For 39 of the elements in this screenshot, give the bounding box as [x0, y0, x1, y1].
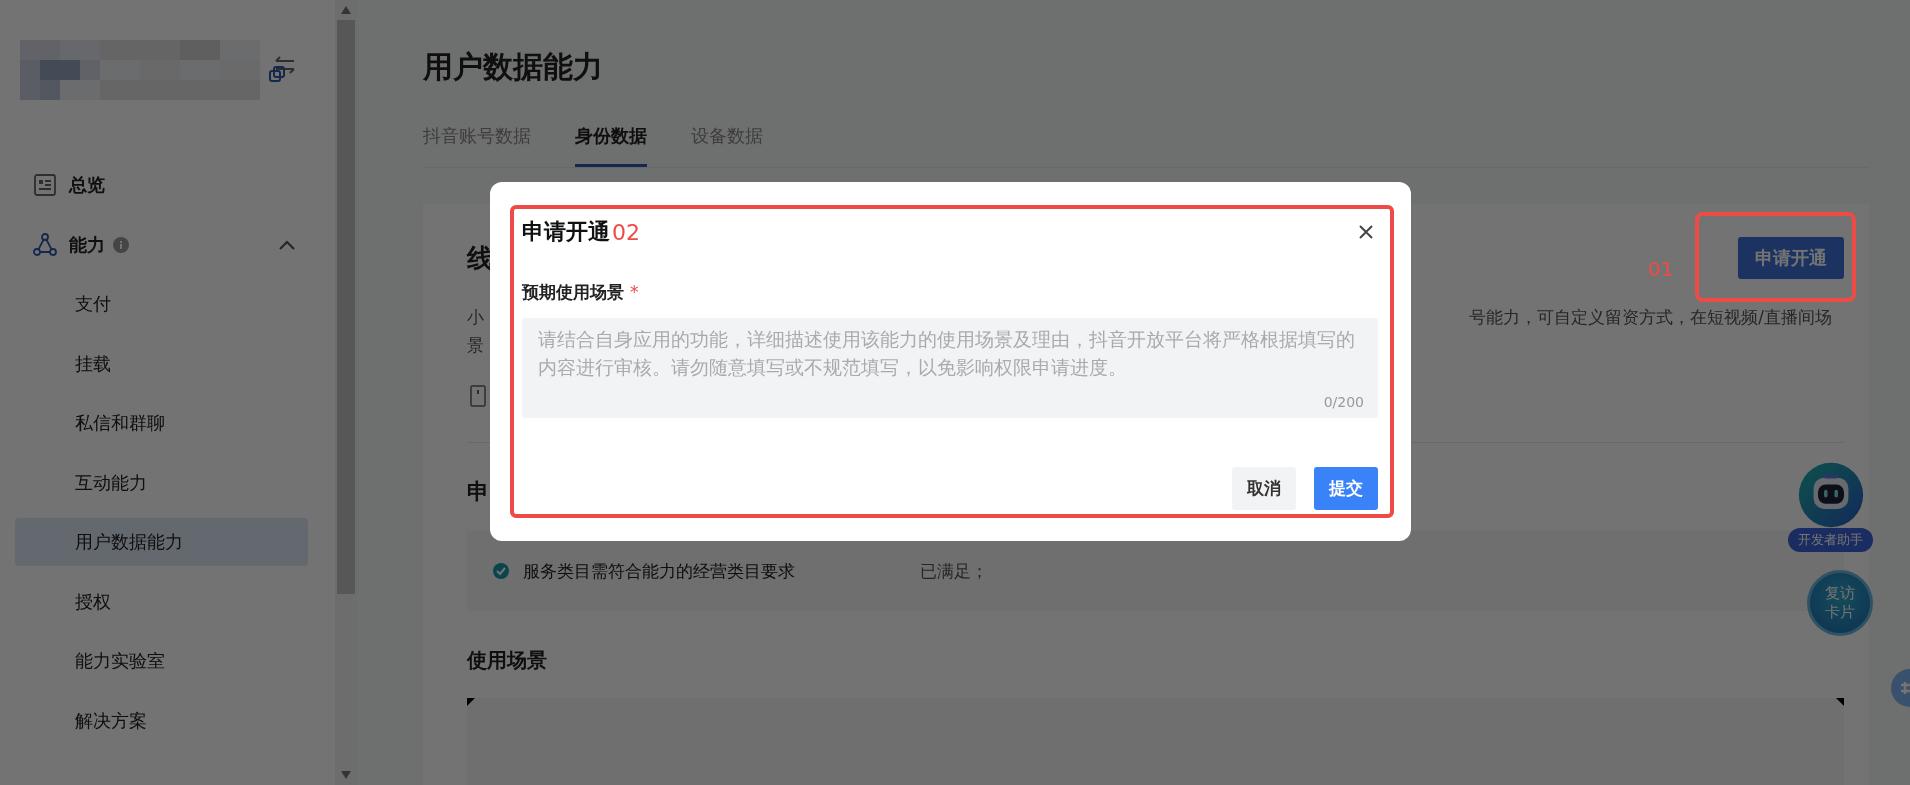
sidebar-item[interactable]: 授权 — [15, 577, 308, 626]
sidebar-item[interactable]: 互动能力 — [15, 458, 308, 507]
section-title: 使用场景 — [467, 647, 547, 674]
sidebar-item[interactable]: 挂载 — [15, 339, 308, 388]
scroll-down-icon[interactable] — [341, 771, 351, 779]
phone-icon — [470, 385, 486, 407]
requirement-text: 服务类目需符合能力的经营类目要求 — [523, 559, 796, 583]
page-title: 用户数据能力 — [423, 48, 604, 86]
sidebar-item[interactable]: 解决方案 — [15, 696, 308, 745]
submit-button[interactable]: 提交 — [1314, 467, 1378, 510]
sidebar-item[interactable]: 用户数据能力 — [15, 518, 308, 566]
sidebar-item[interactable]: 能力实验室 — [15, 637, 308, 685]
section-title: 申 — [467, 478, 489, 506]
apply-button[interactable]: 申请开通 — [1738, 237, 1844, 279]
corner-mark — [1836, 698, 1844, 706]
annotation-label: 02 — [612, 219, 640, 245]
section-title: 线 — [467, 241, 493, 275]
network-icon — [33, 232, 57, 257]
robot-icon[interactable] — [1797, 462, 1864, 528]
dialog-title: 申请开通 — [522, 218, 610, 246]
sidebar-item[interactable]: 支付 — [15, 280, 308, 328]
corner-mark — [467, 698, 475, 706]
annotation-label: 01 — [1648, 257, 1674, 281]
tab[interactable]: 身份数据 — [575, 116, 647, 167]
description-text: 小 — [467, 306, 484, 329]
scroll-up-icon[interactable] — [341, 6, 351, 14]
sidebar-item[interactable]: 能力 — [15, 220, 308, 269]
character-counter: 0/200 — [1323, 394, 1364, 410]
requirement-status: 已满足； — [920, 559, 988, 583]
info-icon — [113, 236, 129, 253]
sidebar-item[interactable]: 总览 — [15, 161, 308, 209]
cancel-button[interactable]: 取消 — [1232, 467, 1296, 510]
swap-icon[interactable] — [268, 55, 298, 85]
assistant-label[interactable]: 开发者助手 — [1788, 528, 1873, 552]
field-label: 预期使用场景 * — [522, 281, 640, 304]
description-text: 景 — [467, 334, 484, 357]
description-text: 号能力，可自定义留资方式，在短视频/直播间场 — [1469, 306, 1832, 329]
sidebar-item[interactable]: 私信和群聊 — [15, 399, 308, 447]
dashboard-icon — [33, 173, 57, 197]
